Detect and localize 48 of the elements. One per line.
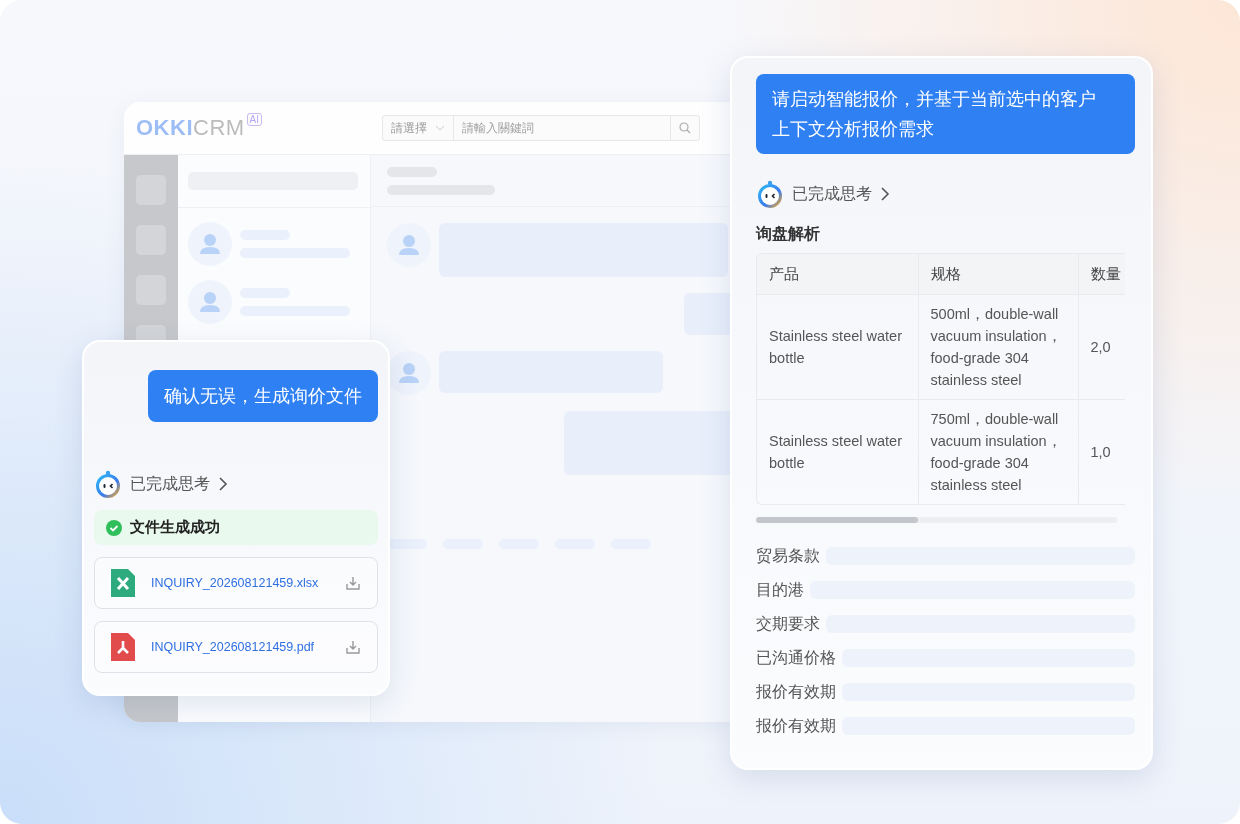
- file-link[interactable]: INQUIRY_202608121459.pdf: [151, 640, 329, 654]
- field-label: 目的港: [756, 579, 804, 600]
- avatar-icon: [188, 280, 232, 324]
- download-icon[interactable]: [345, 575, 361, 591]
- ai-badge: AI: [246, 113, 263, 126]
- file-attachment[interactable]: INQUIRY_202608121459.xlsx: [94, 557, 378, 609]
- search-field[interactable]: 請輸入關鍵詞: [454, 116, 671, 140]
- field-label: 报价有效期: [756, 715, 836, 736]
- table-cell: 750ml，double-wall vacuum insulation，food-grade 304 stainless steel: [918, 399, 1078, 504]
- robot-icon: [756, 180, 784, 208]
- thinking-label[interactable]: 已完成思考: [130, 473, 210, 495]
- search-icon[interactable]: [679, 122, 692, 134]
- avatar-icon: [188, 222, 232, 266]
- thinking-label[interactable]: 已完成思考: [792, 183, 872, 205]
- search-bar[interactable]: 請選擇 請輸入關鍵詞: [382, 115, 701, 141]
- field-label: 交期要求: [756, 613, 820, 634]
- column-header: 产品: [757, 254, 918, 295]
- logo: OKKICRM: [136, 115, 245, 141]
- field-label: 已沟通价格: [756, 647, 836, 668]
- avatar-icon: [387, 351, 431, 395]
- text-placeholder: [387, 539, 427, 549]
- scrollbar[interactable]: [756, 517, 1117, 523]
- chevron-down-icon: [435, 125, 446, 131]
- chevron-icon[interactable]: [218, 477, 228, 491]
- field-label: 报价有效期: [756, 681, 836, 702]
- table-cell: Stainless steel water bottle: [757, 294, 918, 400]
- user-message: 请启动智能报价，并基于当前选中的客户上下文分析报价需求: [756, 74, 1135, 154]
- pdf-file-icon: [111, 633, 135, 661]
- select-dropdown[interactable]: 請選擇: [383, 116, 455, 140]
- status-text: 文件生成成功: [130, 518, 220, 537]
- table-cell: 500ml，double-wall vacuum insulation，food-grade 304 stainless steel: [918, 294, 1078, 400]
- column-header: 数量: [1078, 254, 1125, 295]
- user-message: 确认无误，生成询价文件: [148, 370, 378, 422]
- section-title: 询盘解析: [756, 224, 821, 244]
- robot-icon: [94, 470, 122, 498]
- scrollbar-thumb[interactable]: [756, 517, 918, 523]
- column-header: 规格: [918, 254, 1078, 295]
- table-cell: Stainless steel water bottle: [757, 399, 918, 504]
- check-circle-icon: [106, 519, 122, 536]
- download-icon[interactable]: [345, 639, 361, 655]
- chevron-icon[interactable]: [880, 187, 890, 201]
- file-link[interactable]: INQUIRY_202608121459.xlsx: [151, 576, 329, 590]
- field-label: 贸易条款: [756, 545, 820, 566]
- table-cell: 1,0: [1078, 399, 1125, 504]
- table-cell: 2,0: [1078, 294, 1125, 400]
- avatar-icon: [387, 223, 431, 267]
- file-attachment[interactable]: INQUIRY_202608121459.pdf: [94, 621, 378, 673]
- spreadsheet-file-icon: [111, 569, 135, 597]
